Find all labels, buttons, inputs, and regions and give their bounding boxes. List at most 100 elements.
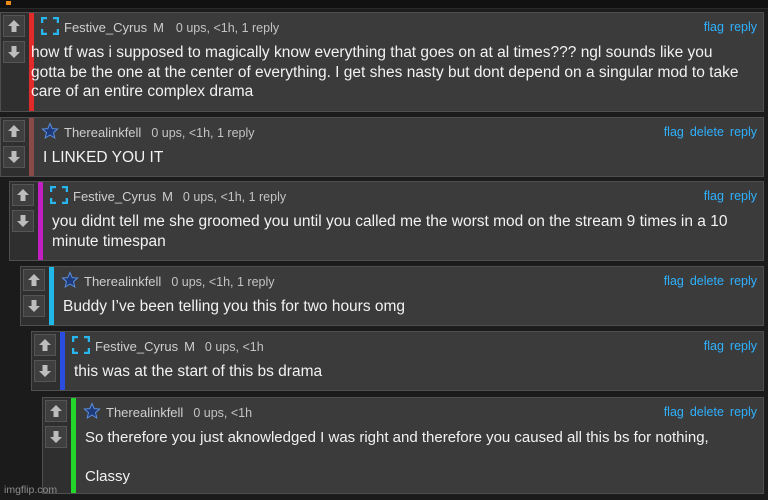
delete-link[interactable]: delete	[690, 125, 724, 139]
upvote-button[interactable]	[12, 184, 34, 206]
vote-column	[32, 332, 60, 390]
arrow-up-icon	[17, 189, 29, 201]
reply-link[interactable]: reply	[730, 125, 757, 139]
comment: Festive_Cyrus M 0 ups, <1h, 1 reply flag re…	[0, 12, 764, 112]
upvote-button[interactable]	[3, 15, 25, 37]
reply-link[interactable]: reply	[730, 405, 757, 419]
bracket-square-icon	[41, 17, 59, 35]
username-link[interactable]: Festive_Cyrus M 0 ups, <1h, 1 reply	[64, 20, 279, 35]
comment-meta: 0 ups, <1h, 1 reply	[151, 126, 255, 140]
username-link[interactable]: Therealinkfell 0 ups, <1h, 1 reply	[64, 125, 255, 140]
username-link[interactable]: Festive_Cyrus M 0 ups, <1h, 1 reply	[73, 189, 286, 204]
upvote-button[interactable]	[23, 269, 45, 291]
mod-badge: M	[153, 20, 164, 35]
comment-meta: 0 ups, <1h, 1 reply	[182, 190, 287, 204]
thread-accent-bar	[60, 332, 65, 390]
comment: Therealinkfell 0 ups, <1h flag delete reply…	[42, 397, 764, 494]
mod-badge: M	[162, 189, 173, 204]
comment-header: Festive_Cyrus M 0 ups, <1h flag reply	[72, 336, 757, 356]
downvote-button[interactable]	[3, 41, 25, 63]
upvote-button[interactable]	[34, 334, 56, 356]
upvote-button[interactable]	[3, 120, 25, 142]
comment-header: Festive_Cyrus M 0 ups, <1h, 1 reply flag re…	[41, 17, 757, 37]
arrow-down-icon	[28, 300, 40, 312]
vote-column	[1, 13, 29, 111]
comment: Festive_Cyrus M 0 ups, <1h, 1 reply flag re…	[9, 181, 764, 261]
star-icon	[61, 271, 79, 289]
reply-link[interactable]: reply	[730, 339, 757, 353]
comment-meta: 0 ups, <1h	[204, 340, 264, 354]
comment-meta: 0 ups, <1h	[193, 406, 253, 420]
flag-link[interactable]: flag	[664, 125, 684, 139]
comment-actions: flag delete reply	[658, 274, 757, 288]
vote-column	[10, 182, 38, 260]
comment-actions: flag reply	[698, 189, 757, 203]
username-link[interactable]: Festive_Cyrus M 0 ups, <1h	[95, 339, 264, 354]
comment-actions: flag delete reply	[658, 125, 757, 139]
star-icon	[83, 402, 101, 420]
arrow-up-icon	[39, 339, 51, 351]
thread-accent-bar	[49, 267, 54, 325]
arrow-down-icon	[8, 46, 20, 58]
downvote-button[interactable]	[12, 210, 34, 232]
comment-meta: 0 ups, <1h, 1 reply	[171, 275, 275, 289]
downvote-button[interactable]	[45, 426, 67, 448]
reply-link[interactable]: reply	[730, 274, 757, 288]
flag-link[interactable]: flag	[664, 274, 684, 288]
username-link[interactable]: Therealinkfell 0 ups, <1h	[106, 405, 252, 420]
watermark: imgflip.com	[4, 484, 58, 496]
downvote-button[interactable]	[3, 146, 25, 168]
comment-text: So therefore you just aknowledged I was …	[85, 428, 759, 486]
arrow-down-icon	[8, 151, 20, 163]
thread-accent-bar	[38, 182, 43, 260]
vote-column	[1, 118, 29, 176]
arrow-down-icon	[50, 431, 62, 443]
flag-link[interactable]: flag	[704, 189, 724, 203]
comment-header: Festive_Cyrus M 0 ups, <1h, 1 reply flag re…	[50, 186, 757, 206]
comment-actions: flag delete reply	[658, 405, 757, 419]
comment-text: you didnt tell me she groomed you until …	[52, 213, 728, 250]
flag-link[interactable]: flag	[704, 20, 724, 34]
vote-column	[21, 267, 49, 325]
comment-actions: flag reply	[698, 339, 757, 353]
arrow-up-icon	[28, 274, 40, 286]
vote-column	[43, 398, 71, 493]
upvote-button[interactable]	[45, 400, 67, 422]
comment: Festive_Cyrus M 0 ups, <1h flag reply this …	[31, 331, 764, 391]
comment-meta: 0 ups, <1h, 1 reply	[175, 21, 280, 35]
arrow-down-icon	[39, 365, 51, 377]
comment-text: how tf was i supposed to magically know …	[31, 44, 739, 100]
comment-text: this was at the start of this bs drama	[74, 363, 323, 380]
comment-header: Therealinkfell 0 ups, <1h, 1 reply flag de…	[41, 122, 757, 142]
logo-mark	[6, 1, 11, 5]
reply-link[interactable]: reply	[730, 189, 757, 203]
reply-link[interactable]: reply	[730, 20, 757, 34]
star-icon	[41, 122, 59, 140]
downvote-button[interactable]	[23, 295, 45, 317]
comment: Therealinkfell 0 ups, <1h, 1 reply flag de…	[0, 117, 764, 177]
top-bar	[0, 0, 768, 9]
arrow-up-icon	[8, 125, 20, 137]
comment-actions: flag reply	[698, 20, 757, 34]
comment-text-line: Classy	[85, 467, 131, 485]
arrow-up-icon	[50, 405, 62, 417]
thread-accent-bar	[29, 118, 34, 176]
bracket-square-icon	[72, 336, 90, 354]
comment-text-line: So therefore you just aknowledged I was …	[85, 429, 709, 446]
comment-header: Therealinkfell 0 ups, <1h, 1 reply flag de…	[61, 271, 757, 291]
bracket-square-icon	[50, 186, 68, 204]
flag-link[interactable]: flag	[664, 405, 684, 419]
flag-link[interactable]: flag	[704, 339, 724, 353]
delete-link[interactable]: delete	[690, 405, 724, 419]
comment-text: I LINKED YOU IT	[43, 149, 164, 166]
downvote-button[interactable]	[34, 360, 56, 382]
comment-text: Buddy I’ve been telling you this for two…	[63, 298, 406, 315]
comment: Therealinkfell 0 ups, <1h, 1 reply flag de…	[20, 266, 764, 326]
comment-header: Therealinkfell 0 ups, <1h flag delete reply	[83, 402, 757, 422]
username-link[interactable]: Therealinkfell 0 ups, <1h, 1 reply	[84, 274, 275, 289]
arrow-up-icon	[8, 20, 20, 32]
delete-link[interactable]: delete	[690, 274, 724, 288]
mod-badge: M	[184, 339, 195, 354]
thread-accent-bar	[71, 398, 76, 493]
arrow-down-icon	[17, 215, 29, 227]
